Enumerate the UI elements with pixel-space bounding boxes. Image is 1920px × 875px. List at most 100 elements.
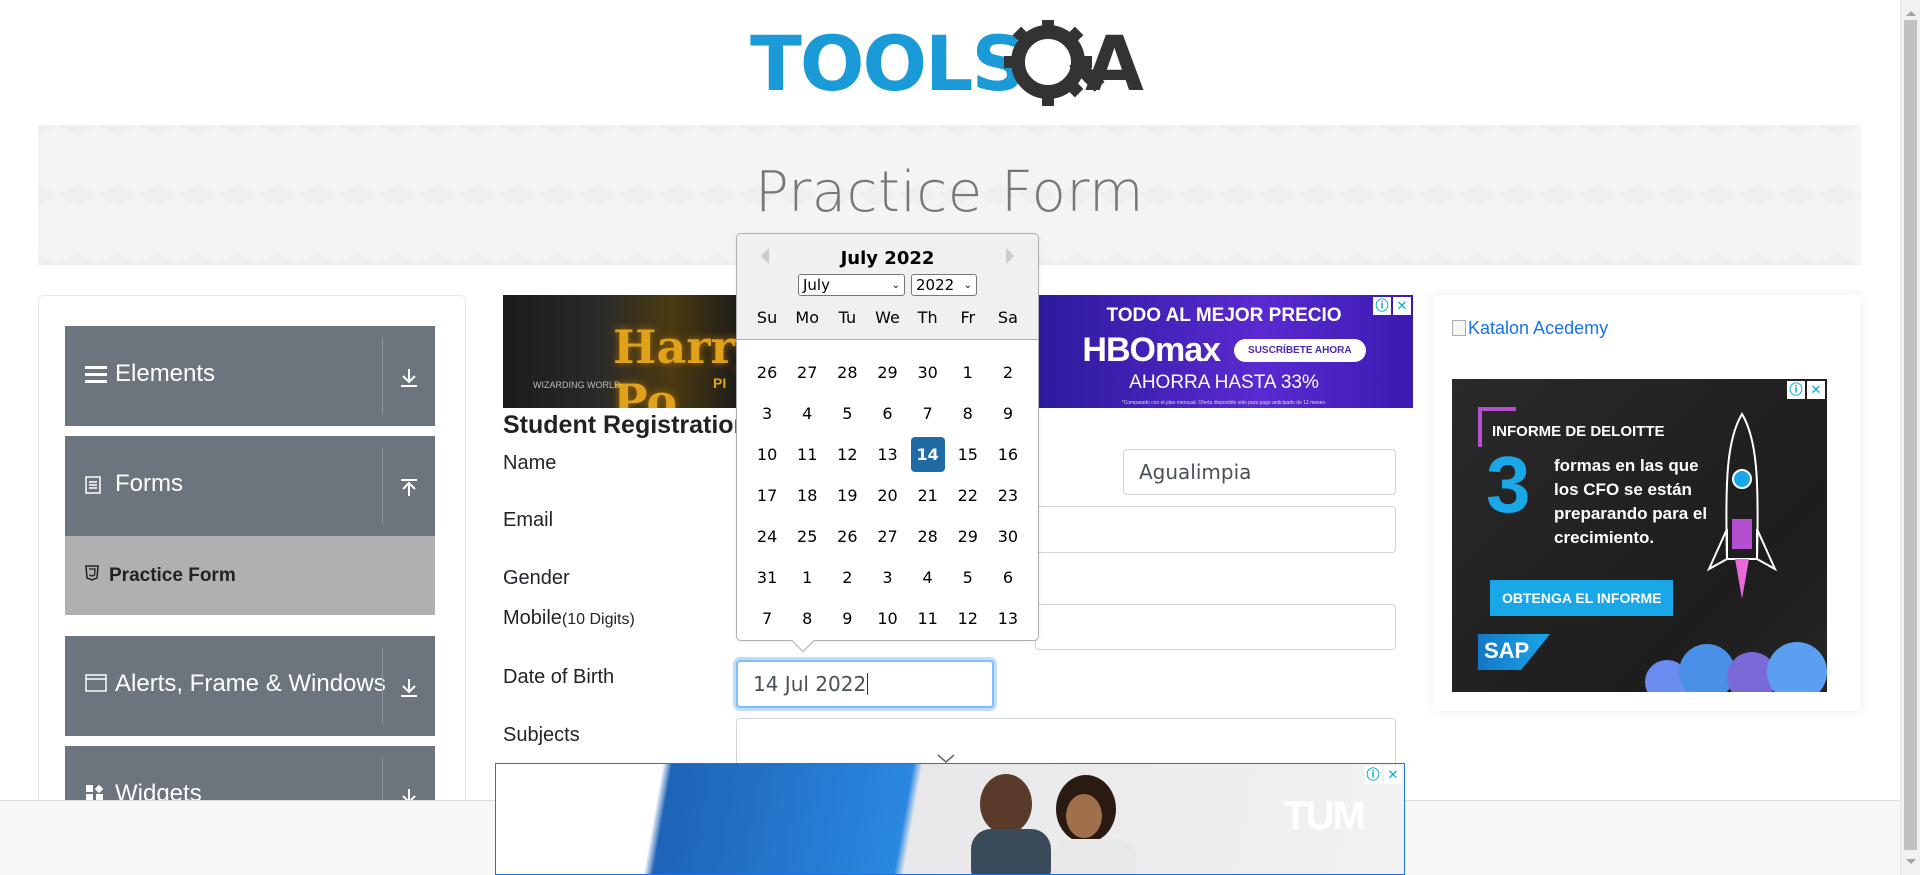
rocket-illustration bbox=[1706, 412, 1778, 599]
calendar-day[interactable]: 10 bbox=[750, 437, 784, 472]
calendar-day[interactable]: 13 bbox=[870, 437, 904, 472]
upload-arrow-icon[interactable] bbox=[391, 478, 427, 503]
subjects-input[interactable] bbox=[736, 718, 1396, 768]
people-illustration bbox=[971, 774, 1136, 874]
download-arrow-icon[interactable] bbox=[391, 678, 427, 703]
date-picker-popup: July 2022 July ⌄ 2022 ⌄ Su Mo Tu We Th Fr … bbox=[736, 233, 1039, 653]
calendar-day[interactable]: 20 bbox=[870, 478, 904, 513]
calendar-day-grid: 26 27 28 29 30 1 2 3 4 5 6 7 8 9 10 11 12 13 14 15 16 17 18 19 2… bbox=[747, 355, 1028, 636]
calendar-day[interactable]: 9 bbox=[830, 601, 864, 636]
download-arrow-icon[interactable] bbox=[391, 368, 427, 393]
calendar-day[interactable]: 28 bbox=[830, 355, 864, 390]
calendar-day[interactable]: 2 bbox=[830, 560, 864, 595]
calendar-day[interactable]: 27 bbox=[870, 519, 904, 554]
tum-logo: TUM bbox=[1283, 794, 1366, 838]
calendar-day[interactable]: 25 bbox=[790, 519, 824, 554]
calendar-day[interactable]: 3 bbox=[750, 396, 784, 431]
scroll-down-arrow-icon[interactable] bbox=[1906, 859, 1916, 869]
ad-close-icon[interactable]: ✕ bbox=[1384, 766, 1402, 784]
calendar-day[interactable]: 21 bbox=[911, 478, 945, 513]
calendar-day[interactable]: 17 bbox=[750, 478, 784, 513]
ad-close-icon[interactable]: ✕ bbox=[1393, 297, 1411, 315]
calendar-day[interactable]: 2 bbox=[991, 355, 1025, 390]
calendar-day-selected[interactable]: 14 bbox=[910, 437, 945, 472]
weekday-label: We bbox=[875, 308, 900, 327]
calendar-day[interactable]: 6 bbox=[991, 560, 1025, 595]
calendar-day[interactable]: 4 bbox=[790, 396, 824, 431]
vertical-scrollbar[interactable] bbox=[1900, 0, 1920, 875]
sidebar-group-label: Alerts, Frame & Windows bbox=[115, 670, 386, 697]
chevron-down-icon: ⌄ bbox=[891, 279, 900, 291]
dob-value: 14 Jul 2022 bbox=[753, 672, 867, 696]
sidebar-item-practice-form[interactable]: Practice Form bbox=[65, 536, 435, 615]
calendar-day[interactable]: 12 bbox=[830, 437, 864, 472]
ad-close-icon[interactable]: ✕ bbox=[1807, 381, 1825, 399]
calendar-day[interactable]: 10 bbox=[870, 601, 904, 636]
calendar-day[interactable]: 30 bbox=[911, 355, 945, 390]
ad-heading: INFORME DE DELOITTE bbox=[1492, 423, 1665, 440]
scroll-up-arrow-icon[interactable] bbox=[1906, 6, 1916, 16]
month-select[interactable]: July ⌄ bbox=[798, 274, 905, 296]
calendar-day[interactable]: 7 bbox=[750, 601, 784, 636]
calendar-day[interactable]: 13 bbox=[991, 601, 1025, 636]
document-icon bbox=[85, 476, 109, 498]
weekday-label: Th bbox=[917, 308, 938, 327]
ad-headline: Harry Po bbox=[613, 320, 743, 408]
email-input[interactable] bbox=[1035, 506, 1396, 553]
calendar-day[interactable]: 9 bbox=[991, 396, 1025, 431]
calendar-day[interactable]: 16 bbox=[991, 437, 1025, 472]
calendar-day[interactable]: 15 bbox=[951, 437, 985, 472]
sidebar-group-forms[interactable]: Forms bbox=[65, 436, 435, 536]
deloitte-sap-ad[interactable]: INFORME DE DELOITTE 3 formas en las que … bbox=[1452, 379, 1827, 692]
calendar-day[interactable]: 8 bbox=[790, 601, 824, 636]
ad-line-1: TODO AL MEJOR PRECIO bbox=[1106, 305, 1342, 326]
calendar-day[interactable]: 8 bbox=[951, 396, 985, 431]
calendar-day[interactable]: 1 bbox=[790, 560, 824, 595]
calendar-day[interactable]: 6 bbox=[870, 396, 904, 431]
year-select[interactable]: 2022 ⌄ bbox=[911, 274, 977, 296]
ad-info-icon[interactable]: ⓘ bbox=[1787, 381, 1805, 399]
calendar-day[interactable]: 11 bbox=[790, 437, 824, 472]
html5-icon bbox=[85, 564, 99, 587]
calendar-day[interactable]: 28 bbox=[911, 519, 945, 554]
tum-bottom-ad[interactable]: TUM ⓘ ✕ bbox=[495, 763, 1405, 875]
calendar-day[interactable]: 7 bbox=[911, 396, 945, 431]
mobile-input[interactable] bbox=[1035, 604, 1396, 650]
calendar-day[interactable]: 3 bbox=[870, 560, 904, 595]
sidebar-group-alerts[interactable]: Alerts, Frame & Windows bbox=[65, 636, 435, 736]
calendar-day[interactable]: 19 bbox=[830, 478, 864, 513]
calendar-day[interactable]: 22 bbox=[951, 478, 985, 513]
calendar-day[interactable]: 30 bbox=[991, 519, 1025, 554]
scrollbar-thumb[interactable] bbox=[1904, 20, 1917, 850]
calendar-day[interactable]: 18 bbox=[790, 478, 824, 513]
calendar-day[interactable]: 4 bbox=[911, 560, 945, 595]
subscribe-button[interactable]: SUSCRÍBETE AHORA bbox=[1234, 339, 1366, 362]
ad-info-icon[interactable]: ⓘ bbox=[1364, 766, 1382, 784]
calendar-day[interactable]: 5 bbox=[951, 560, 985, 595]
last-name-input[interactable]: Agualimpia bbox=[1123, 449, 1396, 495]
date-of-birth-input[interactable]: 14 Jul 2022 bbox=[736, 660, 994, 708]
weekday-label: Su bbox=[756, 308, 778, 327]
calendar-day[interactable]: 24 bbox=[750, 519, 784, 554]
calendar-day[interactable]: 1 bbox=[951, 355, 985, 390]
calendar-day[interactable]: 29 bbox=[870, 355, 904, 390]
hbomax-ad[interactable]: TODO AL MEJOR PRECIO HBOmax SUSCRÍBETE A… bbox=[1035, 295, 1413, 408]
calendar-day[interactable]: 29 bbox=[951, 519, 985, 554]
katalon-academy-link[interactable]: Katalon Acedemy bbox=[1452, 318, 1608, 339]
calendar-day[interactable]: 5 bbox=[830, 396, 864, 431]
calendar-day[interactable]: 26 bbox=[830, 519, 864, 554]
calendar-day[interactable]: 31 bbox=[750, 560, 784, 595]
get-report-button[interactable]: OBTENGA EL INFORME bbox=[1490, 580, 1674, 616]
calendar-day[interactable]: 11 bbox=[911, 601, 945, 636]
next-month-icon[interactable] bbox=[1006, 248, 1022, 264]
sidebar-group-label: Forms bbox=[115, 470, 183, 497]
calendar-day[interactable]: 26 bbox=[750, 355, 784, 390]
calendar-day[interactable]: 23 bbox=[991, 478, 1025, 513]
calendar-day[interactable]: 12 bbox=[951, 601, 985, 636]
harry-potter-ad[interactable]: Harry Po WIZARDING WORLD PI bbox=[503, 295, 743, 408]
toolsqa-logo[interactable]: TOOLS A bbox=[750, 18, 1155, 112]
ad-info-icon[interactable]: ⓘ bbox=[1373, 297, 1391, 315]
sidebar-group-elements[interactable]: Elements bbox=[65, 326, 435, 426]
ad-line-3: AHORRA HASTA 33% bbox=[1129, 372, 1319, 393]
calendar-day[interactable]: 27 bbox=[790, 355, 824, 390]
